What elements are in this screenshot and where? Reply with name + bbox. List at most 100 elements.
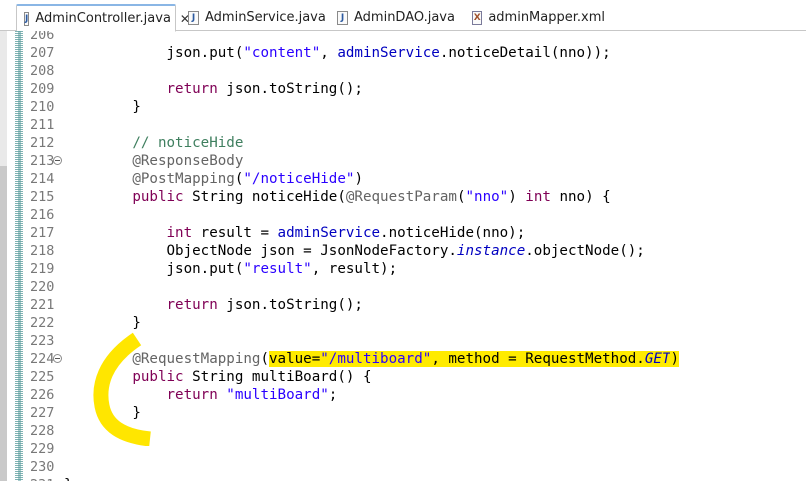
line-number: 208	[30, 63, 55, 79]
code-line[interactable]: 207 json.put("content", adminService.not…	[0, 44, 806, 62]
line-number: 212	[30, 135, 55, 151]
line-number: 207	[30, 45, 55, 61]
code-token: , result);	[311, 261, 398, 277]
tab-label: adminMapper.xml	[488, 10, 605, 25]
code-line[interactable]: 216	[0, 206, 806, 224]
code-token: json.toString();	[217, 297, 363, 313]
code-text: ObjectNode json = JsonNodeFactory.instan…	[64, 242, 645, 260]
fold-collapse-icon[interactable]	[53, 354, 62, 363]
code-token: String noticeHide(	[183, 189, 346, 205]
code-text: json.put("content", adminService.noticeD…	[64, 44, 611, 62]
tab-admin-controller[interactable]: J AdminController.java ✕	[16, 4, 190, 32]
code-line[interactable]: 210 }	[0, 98, 806, 116]
code-token: int	[166, 225, 193, 241]
fold-collapse-icon[interactable]	[53, 156, 62, 165]
line-number: 206	[30, 31, 55, 43]
code-line[interactable]: 211	[0, 116, 806, 134]
code-token: return	[166, 297, 218, 313]
code-line[interactable]: 209 return json.toString();	[0, 80, 806, 98]
code-token: result =	[192, 225, 278, 241]
code-token: ,	[320, 45, 338, 61]
line-number: 211	[30, 117, 55, 133]
code-token: String multiBoard() {	[183, 369, 372, 385]
code-token: public	[132, 189, 184, 205]
code-token: }	[64, 477, 73, 481]
code-line[interactable]: 208	[0, 62, 806, 80]
code-text: // noticeHide	[64, 134, 243, 152]
code-token: )	[670, 351, 680, 367]
code-token: "multiBoard"	[226, 387, 329, 403]
code-token: json.put(	[64, 45, 244, 61]
code-token: .noticeDetail(nno));	[439, 45, 611, 61]
line-number: 222	[30, 315, 55, 331]
code-line[interactable]: 231}	[0, 476, 806, 481]
line-number: 221	[30, 297, 55, 313]
line-number: 217	[30, 225, 55, 241]
code-line[interactable]: 219 json.put("result", result);	[0, 260, 806, 278]
code-token: .objectNode();	[525, 243, 645, 259]
tab-label: AdminController.java	[35, 11, 171, 26]
code-token: (	[260, 351, 270, 367]
code-token: return	[166, 387, 218, 403]
code-text: public String noticeHide(@RequestParam("…	[64, 188, 610, 206]
code-token: "nno"	[465, 189, 509, 205]
java-file-icon: J	[337, 10, 348, 25]
tab-label: AdminDAO.java	[354, 10, 455, 25]
code-text: }	[64, 476, 73, 481]
code-line[interactable]: 230	[0, 458, 806, 476]
code-token: ObjectNode json = JsonNodeFactory.	[64, 243, 457, 259]
line-number: 227	[30, 405, 55, 421]
code-token: adminService	[337, 45, 440, 61]
code-text: @ResponseBody	[64, 152, 243, 170]
code-token: json.put(	[64, 261, 244, 277]
code-token: "/multiboard"	[320, 351, 432, 367]
code-line[interactable]: 213 @ResponseBody	[0, 152, 806, 170]
code-token: }	[64, 99, 141, 115]
code-text: return json.toString();	[64, 80, 363, 98]
code-editor[interactable]: 206 207 json.put("content", adminService.…	[0, 31, 806, 481]
tab-admin-service[interactable]: J AdminService.java	[181, 4, 326, 31]
xml-file-icon: X	[472, 10, 483, 25]
line-number: 231	[30, 476, 54, 481]
code-token: GET	[644, 351, 671, 367]
code-line[interactable]: 217 int result = adminService.noticeHide…	[0, 224, 806, 242]
code-text: }	[64, 98, 141, 116]
code-text: int result = adminService.noticeHide(nno…	[64, 224, 526, 242]
code-token: ;	[328, 387, 338, 403]
code-line[interactable]: 214 @PostMapping("/noticeHide")	[0, 170, 806, 188]
code-token: adminService	[277, 225, 381, 241]
code-line[interactable]: 206	[0, 31, 806, 44]
code-token: , method = RequestMethod.	[431, 351, 645, 367]
code-line[interactable]: 218 ObjectNode json = JsonNodeFactory.in…	[0, 242, 806, 260]
code-line[interactable]: 221 return json.toString();	[0, 296, 806, 314]
line-number: 224	[30, 351, 55, 367]
line-number: 219	[30, 261, 55, 277]
line-number: 225	[30, 369, 55, 385]
code-token: instance	[456, 243, 526, 259]
code-text: @PostMapping("/noticeHide")	[64, 170, 363, 188]
code-token: }	[64, 315, 141, 331]
code-token: @RequestParam	[345, 189, 457, 205]
tab-admin-mapper[interactable]: X adminMapper.xml	[465, 4, 605, 31]
code-token: int	[525, 189, 551, 205]
code-line[interactable]: 215 public String noticeHide(@RequestPar…	[0, 188, 806, 206]
code-token: )	[354, 171, 363, 187]
line-number: 229	[30, 441, 55, 457]
line-number: 210	[30, 99, 55, 115]
code-line[interactable]: 212 // noticeHide	[0, 134, 806, 152]
line-number: 214	[30, 171, 55, 187]
code-token: json.toString();	[217, 81, 363, 97]
code-token: .noticeHide(nno);	[380, 225, 526, 241]
line-number: 223	[30, 333, 55, 349]
code-line[interactable]: 220	[0, 278, 806, 296]
line-number: 213	[30, 153, 55, 169]
tab-admin-dao[interactable]: J AdminDAO.java	[330, 4, 460, 31]
code-line[interactable]: 222 }	[0, 314, 806, 332]
code-token: return	[166, 81, 218, 97]
